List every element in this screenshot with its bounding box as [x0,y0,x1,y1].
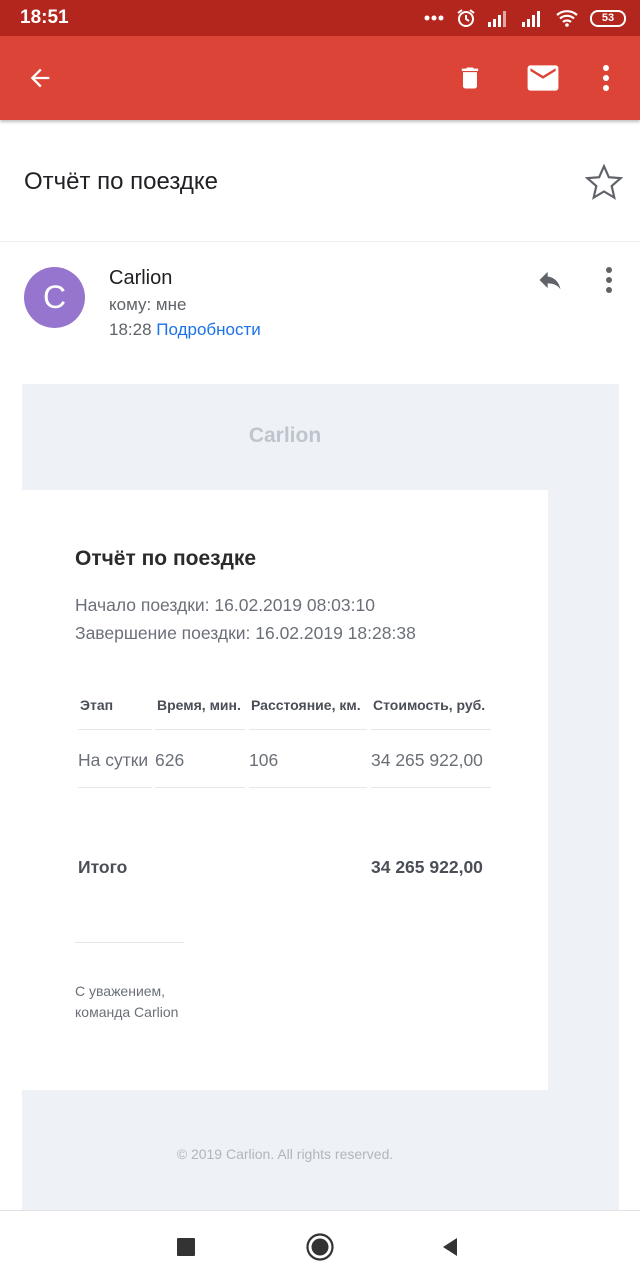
table-header: Стоимость, руб. [373,697,486,713]
signature-line-1: С уважением, [75,983,166,999]
details-link[interactable]: Подробности [156,320,261,339]
recipient-line: кому: мне [109,295,187,314]
email-footer: © 2019 Carlion. All rights reserved. [176,1146,394,1162]
subject-row: Отчёт по поездке [0,124,640,242]
row-underline [78,787,152,788]
trip-start: Начало поездки: 16.02.2019 08:03:10 [75,595,375,615]
header-underline [155,729,245,730]
total-label: Итого [78,857,128,877]
message-title: Отчёт по поездке [75,547,257,570]
mark-unread-button[interactable] [523,58,563,98]
signature-line-2: команда Carlion [75,1004,179,1020]
square-icon [177,1238,195,1256]
table-cell: 34 265 922,00 [371,750,483,770]
message-more-button[interactable] [596,262,622,298]
arrow-back-icon [30,68,50,88]
email-brand-header: Carlion [248,424,322,447]
table-header: Расстояние, км. [251,697,361,713]
table-header: Время, мин. [157,697,241,713]
envelope-icon [527,65,559,91]
more-notifications-icon [424,15,444,21]
table-cell: 626 [155,750,185,770]
table-cell: На сутки [78,750,149,770]
more-options-button[interactable] [586,58,626,98]
delete-button[interactable] [450,58,490,98]
star-button[interactable] [584,162,624,207]
more-vert-icon [606,267,612,293]
row-underline [249,787,367,788]
avatar-letter: C [42,279,67,315]
table-header: Этап [80,697,114,713]
app-bar [0,36,640,120]
trip-end: Завершение поездки: 16.02.2019 18:28:38 [75,623,416,643]
signature-divider [75,942,184,943]
table-cell: 106 [249,750,279,770]
header-underline [371,729,491,730]
triangle-back-icon [443,1238,457,1256]
battery-level: 53 [601,12,615,24]
more-vert-icon [603,65,609,91]
email-subject: Отчёт по поездке [24,168,218,195]
signal-icon [488,11,506,27]
row-underline [155,787,245,788]
star-icon [584,163,624,200]
total-value: 34 265 922,00 [371,857,483,877]
home-button[interactable] [302,1229,338,1265]
email-meta: 18:28 Подробности [109,320,261,340]
recents-button[interactable] [168,1229,204,1265]
wifi-icon [556,10,578,27]
signal-icon-2 [522,11,540,27]
header-underline [78,729,152,730]
status-time: 18:51 [20,7,69,28]
reply-button[interactable] [530,262,570,298]
row-underline [371,787,491,788]
status-icons: 53 [424,6,626,30]
back-button[interactable] [20,58,60,98]
battery-icon: 53 [590,9,626,27]
sender-name: Carlion [109,267,173,289]
email-time: 18:28 [109,320,152,339]
alarm-icon [457,9,475,27]
back-nav-button[interactable] [432,1229,468,1265]
message-card: Отчёт по поездке Начало поездки: 16.02.2… [22,490,548,1090]
header-underline [249,729,367,730]
home-circle-icon [306,1233,334,1261]
trash-icon [461,67,479,89]
avatar[interactable]: C [24,267,85,328]
reply-icon [539,271,561,290]
system-nav-bar [0,1210,640,1280]
status-bar: 18:51 53 [0,0,640,36]
